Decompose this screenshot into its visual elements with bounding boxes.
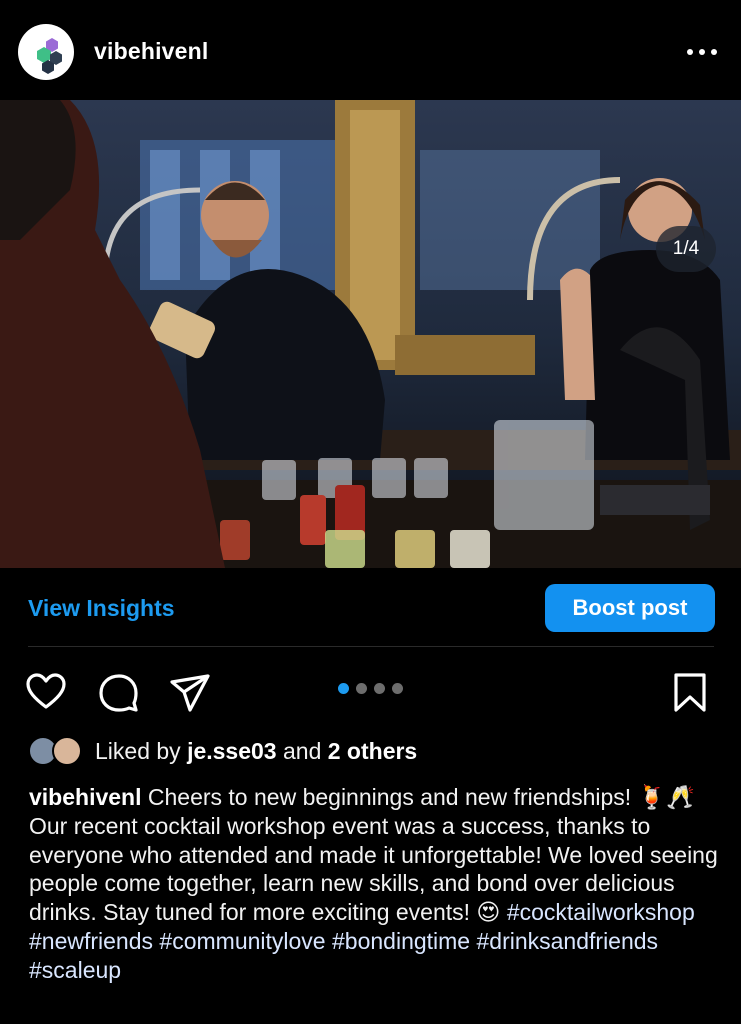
carousel-dot	[392, 683, 403, 694]
likes-user[interactable]: je.sse03	[187, 738, 277, 764]
carousel-dot	[338, 683, 349, 694]
carousel-indicator	[338, 681, 410, 694]
post-caption: vibehivenl Cheers to new beginnings and …	[29, 783, 719, 985]
carousel-dot	[374, 683, 385, 694]
hashtag[interactable]: #communitylove	[159, 928, 325, 954]
hexagon-logo-icon	[37, 38, 62, 74]
post-header: vibehivenl	[0, 0, 741, 100]
hashtag[interactable]: #newfriends	[29, 928, 153, 954]
boost-post-button[interactable]: Boost post	[545, 584, 715, 632]
profile-avatar[interactable]	[18, 24, 74, 80]
likes-text: Liked by je.sse03 and 2 others	[95, 738, 417, 765]
likes-others[interactable]: 2 others	[328, 738, 417, 764]
liker-avatar	[52, 736, 82, 766]
action-bar	[0, 660, 741, 720]
likes-middle: and	[282, 738, 322, 764]
send-icon[interactable]	[168, 670, 212, 714]
hashtag[interactable]: #cocktailworkshop	[507, 899, 695, 925]
insights-row: View Insights Boost post	[0, 568, 741, 647]
hashtag[interactable]: #bondingtime	[332, 928, 470, 954]
divider	[28, 646, 714, 647]
view-insights-link[interactable]: View Insights	[28, 595, 175, 622]
hashtag[interactable]: #drinksandfriends	[477, 928, 659, 954]
comment-icon[interactable]	[96, 670, 140, 714]
heart-icon[interactable]	[24, 670, 68, 714]
post-photo[interactable]: 1/4	[0, 100, 741, 568]
more-options-icon[interactable]	[682, 36, 722, 66]
carousel-counter: 1/4	[656, 226, 716, 272]
likes-prefix: Liked by	[95, 738, 181, 764]
carousel-dot	[356, 683, 367, 694]
hashtag[interactable]: #scaleup	[29, 957, 121, 983]
bar-scene-illustration	[0, 100, 741, 568]
header-username[interactable]: vibehivenl	[94, 38, 208, 65]
bookmark-icon[interactable]	[668, 670, 712, 714]
caption-username[interactable]: vibehivenl	[29, 784, 141, 810]
